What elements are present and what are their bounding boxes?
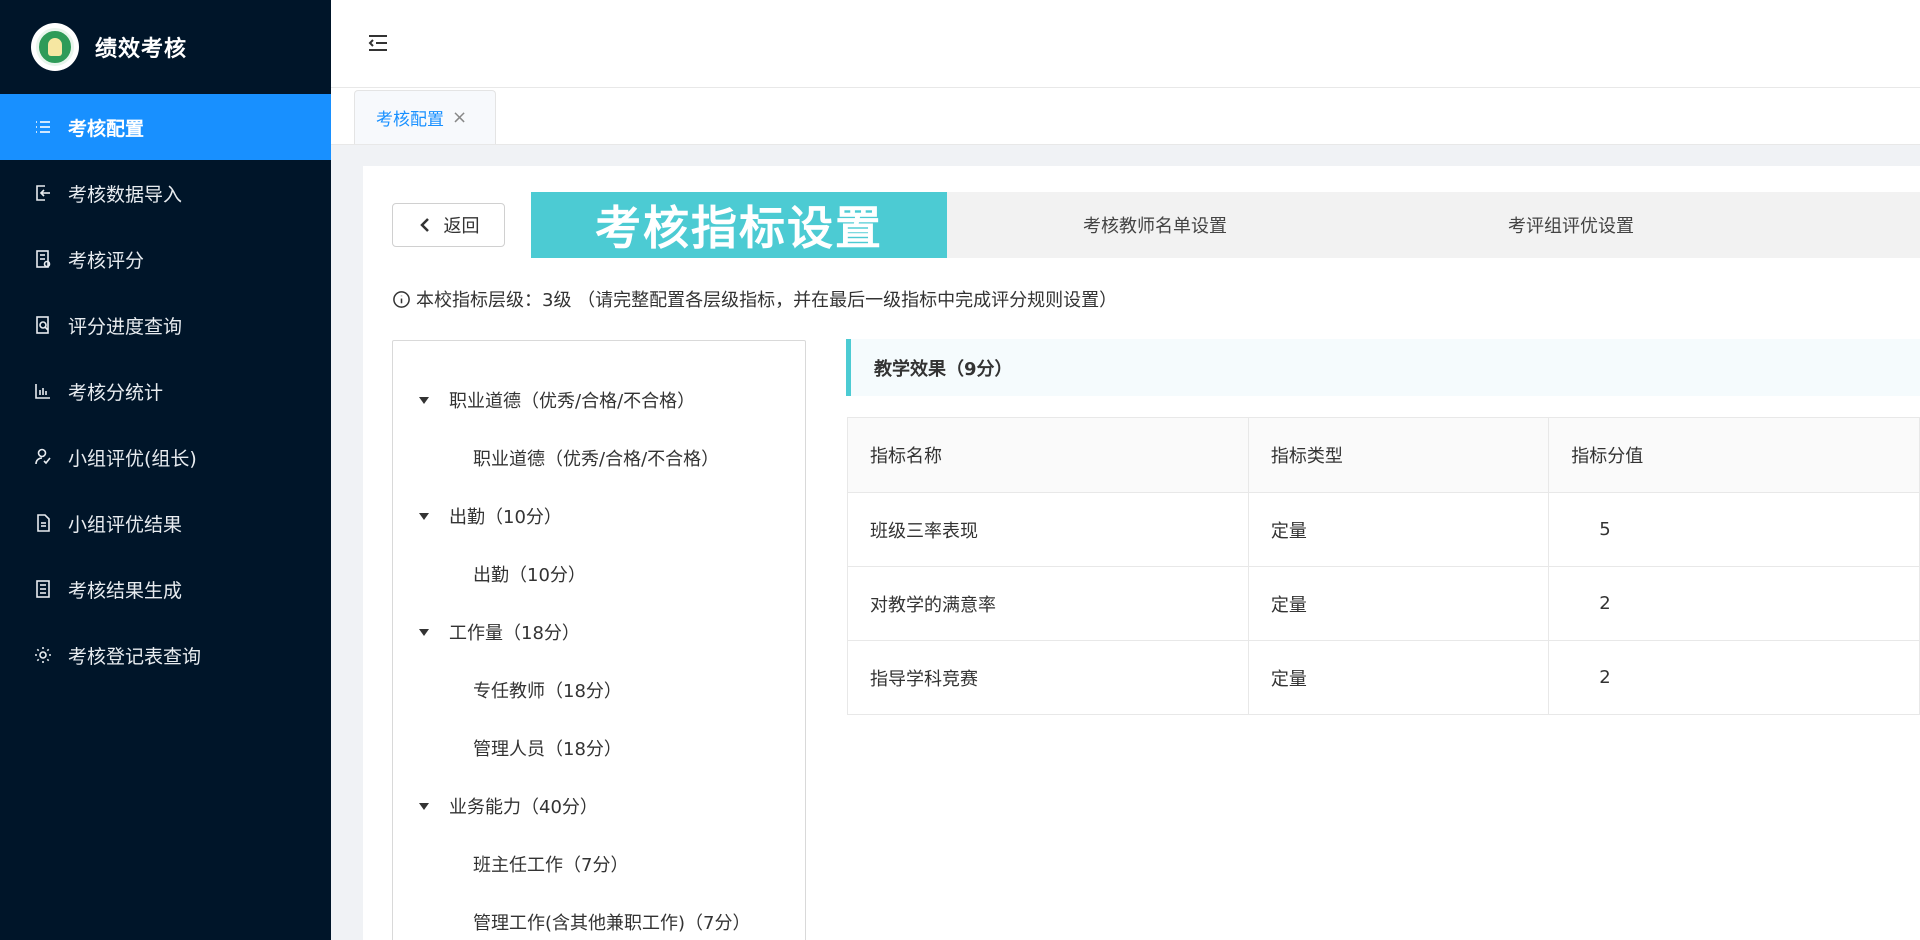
sidebar-item-label: 评分进度查询 (68, 315, 183, 338)
table-row[interactable]: 班级三率表现 定量 5 (847, 492, 1920, 567)
sidebar: 绩效考核 考核配置 考核数据导入 考核评分 评分进度查询 考核分统计 小组评优(… (0, 0, 331, 940)
chevron-left-icon (419, 218, 429, 232)
sidebar-item-label: 考核数据导入 (68, 183, 183, 206)
table-header-row: 指标名称 指标类型 指标分值 (847, 417, 1920, 493)
tree-node[interactable]: 专任教师（18分） (393, 661, 805, 719)
sidebar-item-data-import[interactable]: 考核数据导入 (0, 160, 331, 226)
sidebar-item-scoring[interactable]: 考核评分 (0, 226, 331, 292)
column-header: 指标分值 (1548, 417, 1920, 493)
sidebar-item-label: 小组评优(组长) (68, 447, 197, 470)
indicator-type: 定量 (1248, 492, 1550, 567)
caret-down-icon[interactable] (419, 802, 429, 810)
brand: 绩效考核 (0, 0, 331, 94)
tab-bar: 考核配置 × (331, 88, 1920, 145)
tree-node[interactable]: 管理工作(含其他兼职工作)（7分） (393, 893, 805, 940)
info-icon (393, 290, 410, 308)
step-bar: 考核指标设置 考核教师名单设置 考评组评优设置 (531, 192, 1920, 258)
sidebar-item-label: 考核配置 (68, 117, 145, 140)
tab-assessment-config[interactable]: 考核配置 × (354, 90, 496, 144)
sidebar-item-group-excellence[interactable]: 小组评优(组长) (0, 424, 331, 490)
indicator-name: 指导学科竞赛 (847, 640, 1249, 715)
indicator-name: 对教学的满意率 (847, 566, 1249, 641)
tree-node-label: 业务能力（40分） (449, 797, 598, 818)
indicator-score: 5 (1548, 492, 1920, 567)
sidebar-item-label: 小组评优结果 (68, 513, 183, 536)
tree-node[interactable]: 出勤（10分） (393, 545, 805, 603)
tab-label: 考核配置 (376, 110, 444, 130)
sidebar-item-register-query[interactable]: 考核登记表查询 (0, 622, 331, 688)
column-header: 指标类型 (1248, 417, 1550, 493)
close-icon[interactable]: × (452, 107, 467, 128)
sidebar-item-assessment-config[interactable]: 考核配置 (0, 94, 331, 160)
tree-node[interactable]: 业务能力（40分） (393, 777, 805, 835)
step-group-excellence[interactable]: 考评组评优设置 (1363, 192, 1779, 258)
sidebar-item-score-stats[interactable]: 考核分统计 (0, 358, 331, 424)
sidebar-item-label: 考核登记表查询 (68, 645, 202, 668)
back-button[interactable]: 返回 (392, 203, 505, 247)
list-icon (32, 116, 54, 138)
caret-down-icon[interactable] (419, 396, 429, 404)
sidebar-item-progress-query[interactable]: 评分进度查询 (0, 292, 331, 358)
caret-down-icon[interactable] (419, 512, 429, 520)
caret-down-icon[interactable] (419, 628, 429, 636)
indicator-score: 2 (1548, 566, 1920, 641)
tree-node-label: 出勤（10分） (449, 507, 562, 528)
sidebar-item-label: 考核分统计 (68, 381, 164, 404)
import-icon (32, 182, 54, 204)
sidebar-item-group-result[interactable]: 小组评优结果 (0, 490, 331, 556)
sidebar-item-label: 考核评分 (68, 249, 145, 272)
tree-node-label: 职业道德（优秀/合格/不合格） (449, 391, 696, 412)
indicator-score: 2 (1548, 640, 1920, 715)
tree-node-label: 班主任工作（7分） (473, 855, 629, 876)
gear-icon (32, 644, 54, 666)
user-group-icon (32, 446, 54, 468)
hint-text: 本校指标层级：3级 （请完整配置各层级指标，并在最后一级指标中完成评分规则设置） (416, 290, 1118, 311)
bar-chart-icon (32, 380, 54, 402)
search-doc-icon (32, 314, 54, 336)
table-row[interactable]: 指导学科竞赛 定量 2 (847, 640, 1920, 715)
tree-node[interactable]: 出勤（10分） (393, 487, 805, 545)
document-icon (32, 578, 54, 600)
tree-node[interactable]: 职业道德（优秀/合格/不合格） (393, 429, 805, 487)
indicator-table: 指标名称 指标类型 指标分值 班级三率表现 定量 5 对教学的满意率 定量 2 … (847, 417, 1920, 715)
column-header: 指标名称 (847, 417, 1249, 493)
tree-node[interactable]: 班主任工作（7分） (393, 835, 805, 893)
school-logo (31, 23, 79, 71)
section-title: 教学效果（9分） (846, 339, 1920, 396)
content-card: 返回 考核指标设置 考核教师名单设置 考评组评优设置 本校指标层级：3级 （请完… (363, 166, 1920, 940)
tree-node[interactable]: 工作量（18分） (393, 603, 805, 661)
table-row[interactable]: 对教学的满意率 定量 2 (847, 566, 1920, 641)
file-icon (32, 512, 54, 534)
step-teacher-list[interactable]: 考核教师名单设置 (947, 192, 1363, 258)
step-indicator-settings[interactable]: 考核指标设置 (531, 192, 947, 258)
grade-icon (32, 248, 54, 270)
indicator-tree: 职业道德（优秀/合格/不合格） 职业道德（优秀/合格/不合格） 出勤（10分） … (392, 340, 806, 940)
tree-node-label: 管理人员（18分） (473, 739, 622, 760)
sidebar-menu: 考核配置 考核数据导入 考核评分 评分进度查询 考核分统计 小组评优(组长) 小… (0, 94, 331, 688)
sidebar-item-result-generate[interactable]: 考核结果生成 (0, 556, 331, 622)
menu-fold-icon[interactable] (363, 28, 393, 58)
tree-node-label: 专任教师（18分） (473, 681, 622, 702)
top-header (331, 0, 1920, 88)
sidebar-item-label: 考核结果生成 (68, 579, 183, 602)
indicator-type: 定量 (1248, 640, 1550, 715)
tree-node-label: 出勤（10分） (473, 565, 586, 586)
tree-node[interactable]: 职业道德（优秀/合格/不合格） (393, 371, 805, 429)
tree-node[interactable]: 管理人员（18分） (393, 719, 805, 777)
app-title: 绩效考核 (95, 37, 188, 62)
indicator-type: 定量 (1248, 566, 1550, 641)
back-button-label: 返回 (443, 216, 480, 237)
tree-node-label: 职业道德（优秀/合格/不合格） (473, 449, 720, 470)
tree-node-label: 工作量（18分） (449, 623, 580, 644)
level-hint: 本校指标层级：3级 （请完整配置各层级指标，并在最后一级指标中完成评分规则设置） (392, 286, 1117, 312)
indicator-name: 班级三率表现 (847, 492, 1249, 567)
tree-node-label: 管理工作(含其他兼职工作)（7分） (473, 913, 751, 934)
